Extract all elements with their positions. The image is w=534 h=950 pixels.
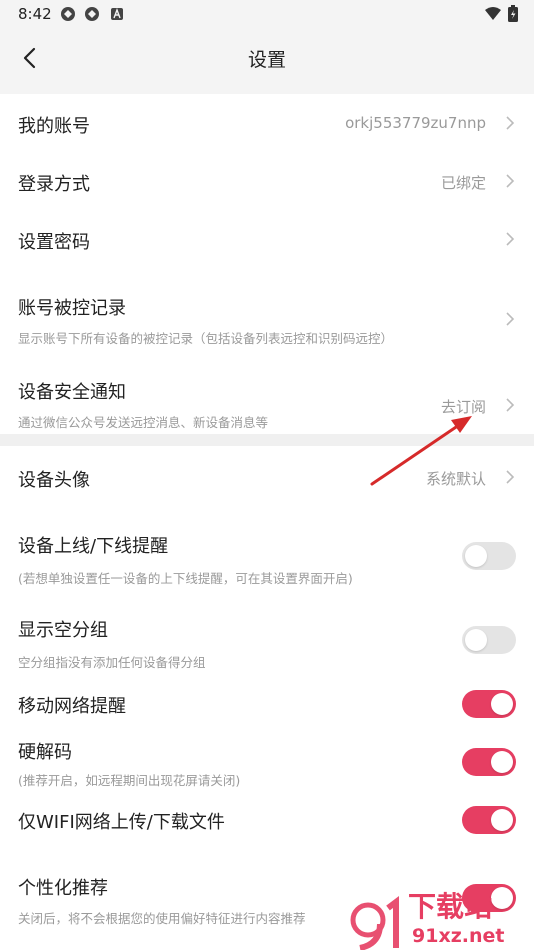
- annotation-arrow: [370, 416, 472, 486]
- watermark-brand: 下载站: [408, 890, 492, 923]
- site-watermark-logo: 下载站 91xz.net: [350, 890, 504, 950]
- watermark-domain: 91xz.net: [412, 925, 504, 947]
